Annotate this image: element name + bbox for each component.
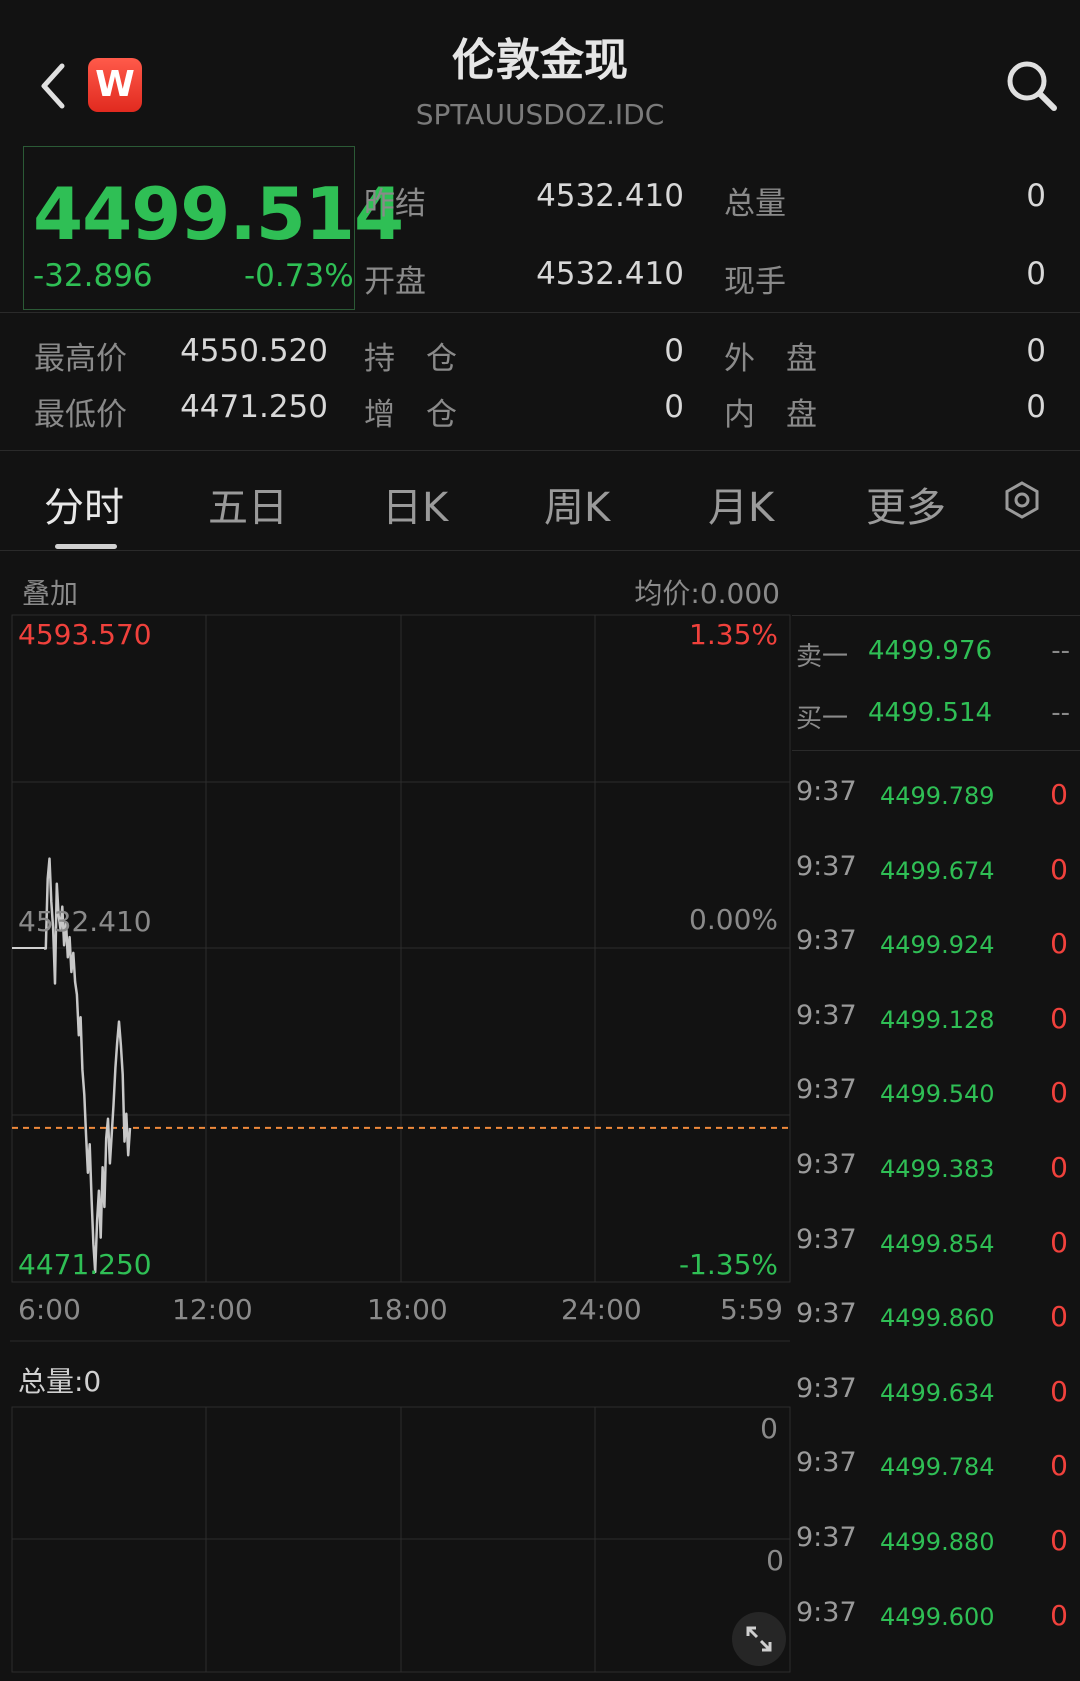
expand-icon (746, 1626, 772, 1652)
price-grid (11, 614, 791, 1283)
tick-volume: 0 (1050, 1076, 1068, 1109)
tick-price: 4499.924 (880, 931, 995, 959)
x-tick: 5:59 (720, 1293, 783, 1326)
overlay-button[interactable]: 叠加 (22, 572, 78, 612)
x-tick: 24:00 (561, 1293, 642, 1326)
outer-label: 外 盘 (724, 341, 817, 377)
page-title: 伦敦金现 (452, 35, 628, 86)
x-tick: 6:00 (18, 1293, 81, 1326)
tick-volume: 0 (1050, 1300, 1068, 1333)
y-top-price: 4593.570 (18, 618, 152, 651)
high-value: 4550.520 (180, 333, 328, 369)
tick-volume: 0 (1050, 1375, 1068, 1408)
tick-price: 4499.860 (880, 1304, 995, 1332)
tick-volume: 0 (1050, 927, 1068, 960)
symbol-code: SPTAUUSDOZ.IDC (415, 98, 665, 131)
tick-time: 9:37 (796, 1074, 857, 1105)
tick-volume: 0 (1050, 1226, 1068, 1259)
tab-more[interactable]: 更多 (866, 475, 946, 533)
prev-settle-value: 4532.410 (536, 178, 684, 214)
volume-total-label: 总量:0 (18, 1365, 102, 1398)
bid-volume: -- (1051, 698, 1070, 728)
tick-price: 4499.674 (880, 857, 995, 885)
x-tick: 12:00 (172, 1293, 253, 1326)
tick-time: 9:37 (796, 1522, 857, 1553)
settings-icon[interactable] (1002, 480, 1042, 520)
tick-volume: 0 (1050, 778, 1068, 811)
tick-time: 9:37 (796, 1149, 857, 1180)
inner-label: 内 盘 (724, 397, 817, 433)
tab-intraday[interactable]: 分时 (44, 475, 124, 533)
volume-grid (11, 1406, 791, 1673)
y-bottom-pct: -1.35% (678, 1248, 778, 1281)
tick-volume: 0 (1050, 1002, 1068, 1035)
x-tick: 18:00 (367, 1293, 448, 1326)
price-change-pct: -0.73% (244, 258, 354, 294)
open-interest-value: 0 (664, 333, 684, 369)
open-interest-label: 持 仓 (364, 341, 457, 377)
tab-daily-k[interactable]: 日K (382, 475, 448, 533)
tab-active-indicator (55, 544, 117, 549)
tick-time: 9:37 (796, 1298, 857, 1329)
tick-price: 4499.789 (880, 782, 995, 810)
tick-price: 4499.128 (880, 1006, 995, 1034)
volume-axis-top: 0 (760, 1412, 778, 1445)
tick-time: 9:37 (796, 1447, 857, 1478)
current-hand-label: 现手 (724, 264, 786, 300)
high-label: 最高价 (34, 341, 127, 377)
y-mid-price: 4532.410 (18, 905, 152, 938)
current-hand-value: 0 (1026, 256, 1046, 292)
tick-time: 9:37 (796, 776, 857, 807)
open-label: 开盘 (364, 264, 426, 300)
y-top-pct: 1.35% (689, 618, 778, 651)
tick-price: 4499.784 (880, 1453, 995, 1481)
tick-time: 9:37 (796, 925, 857, 956)
tick-time: 9:37 (796, 1373, 857, 1404)
avg-price-label: 均价:0.000 (634, 577, 780, 610)
oi-change-label: 增 仓 (364, 397, 457, 433)
tick-price: 4499.634 (880, 1379, 995, 1407)
search-icon[interactable] (1004, 58, 1058, 112)
total-volume-value: 0 (1026, 178, 1046, 214)
inner-value: 0 (1026, 389, 1046, 425)
tick-volume: 0 (1050, 1599, 1068, 1632)
tick-price: 4499.854 (880, 1230, 995, 1258)
tick-time: 9:37 (796, 1597, 857, 1628)
tick-time: 9:37 (796, 1224, 857, 1255)
tick-price: 4499.600 (880, 1603, 995, 1631)
price-change: -32.896 (33, 258, 153, 294)
bid-price: 4499.514 (868, 698, 993, 728)
y-bottom-price: 4471.250 (18, 1248, 152, 1281)
bid-label: 买一 (796, 704, 849, 734)
tab-five-day[interactable]: 五日 (208, 475, 288, 533)
volume-axis-mid: 0 (766, 1544, 784, 1577)
tick-volume: 0 (1050, 1524, 1068, 1557)
prev-settle-label: 昨结 (364, 186, 426, 222)
open-value: 4532.410 (536, 256, 684, 292)
tick-time: 9:37 (796, 851, 857, 882)
ask-label: 卖一 (796, 642, 849, 672)
tick-price: 4499.383 (880, 1155, 995, 1183)
low-label: 最低价 (34, 397, 127, 433)
ask-price: 4499.976 (868, 636, 993, 666)
tick-price: 4499.880 (880, 1528, 995, 1556)
low-value: 4471.250 (180, 389, 328, 425)
oi-change-value: 0 (664, 389, 684, 425)
tab-weekly-k[interactable]: 周K (544, 475, 610, 533)
last-price: 4499.514 (33, 172, 404, 256)
tick-price: 4499.540 (880, 1080, 995, 1108)
tick-volume: 0 (1050, 853, 1068, 886)
tab-monthly-k[interactable]: 月K (708, 475, 774, 533)
fullscreen-button[interactable] (732, 1612, 786, 1666)
total-volume-label: 总量 (724, 186, 786, 222)
tick-volume: 0 (1050, 1449, 1068, 1482)
ask-volume: -- (1051, 636, 1070, 666)
tick-volume: 0 (1050, 1151, 1068, 1184)
y-mid-pct: 0.00% (689, 903, 778, 936)
intraday-chart[interactable] (0, 610, 800, 1680)
outer-value: 0 (1026, 333, 1046, 369)
tick-time: 9:37 (796, 1000, 857, 1031)
